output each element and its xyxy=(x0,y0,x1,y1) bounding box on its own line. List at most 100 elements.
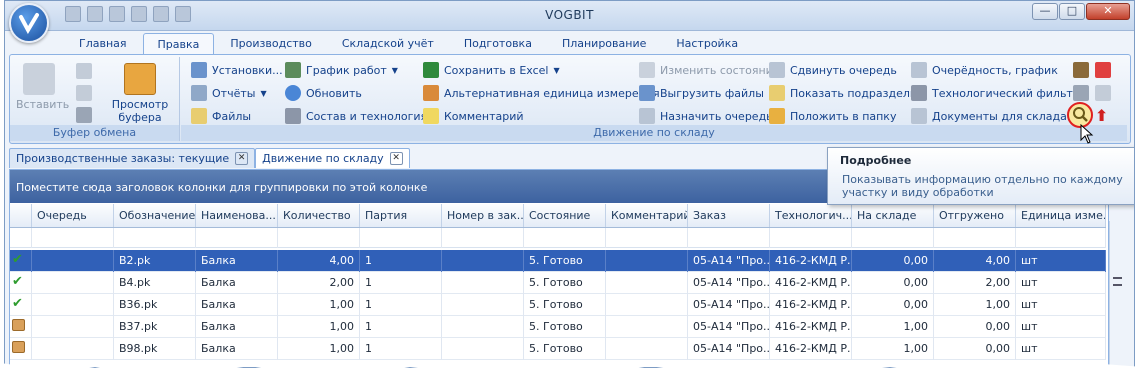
close-tab-icon[interactable]: ✕ xyxy=(389,152,403,165)
cell-unit[interactable]: шт xyxy=(1016,294,1106,316)
cell-num[interactable] xyxy=(442,294,524,316)
cell-code[interactable]: B4.pk xyxy=(114,272,196,294)
tab-warehouse[interactable]: Складской учёт xyxy=(328,33,448,54)
put-in-folder-button[interactable]: Положить в папку xyxy=(769,106,896,126)
shift-queue-button[interactable]: Сдвинуть очередь xyxy=(769,60,897,80)
column-header[interactable]: Партия xyxy=(360,204,442,227)
cell-shipped[interactable]: 1,00 xyxy=(934,294,1016,316)
copy-icon[interactable] xyxy=(76,85,92,101)
arrow-up-icon[interactable]: ⬆ xyxy=(1095,106,1108,125)
tab-home[interactable]: Главная xyxy=(65,33,141,54)
cell-order[interactable]: 05-А14 "Про... xyxy=(688,272,770,294)
cell-qty[interactable]: 1,00 xyxy=(278,316,360,338)
table-row[interactable]: ✔ B4.pk Балка 2,00 1 5. Готово 05-А14 "Про... 4… xyxy=(10,272,1106,294)
doc-tab-warehouse-movement[interactable]: Движение по складу ✕ xyxy=(255,148,410,168)
cell-shipped[interactable]: 2,00 xyxy=(934,272,1016,294)
cell-stock[interactable]: 0,00 xyxy=(852,272,934,294)
tab-planning[interactable]: Планирование xyxy=(548,33,660,54)
close-tab-icon[interactable]: ✕ xyxy=(235,152,249,165)
cell-queue[interactable] xyxy=(32,294,114,316)
cell-code[interactable]: B2.pk xyxy=(114,250,196,272)
cell-shipped[interactable]: 4,00 xyxy=(934,250,1016,272)
format-icon[interactable] xyxy=(76,107,92,123)
cell-state[interactable]: 5. Готово xyxy=(524,316,606,338)
save-excel-button[interactable]: Сохранить в Excel ▼ xyxy=(423,60,560,80)
paste-button[interactable]: Вставить xyxy=(16,63,69,111)
cell-batch[interactable]: 1 xyxy=(360,272,442,294)
cell-code[interactable]: B37.pk xyxy=(114,316,196,338)
column-header[interactable]: Номер в зак... xyxy=(442,204,524,227)
cell-qty[interactable]: 1,00 xyxy=(278,294,360,316)
vertical-scrollbar[interactable] xyxy=(1109,221,1125,367)
cell-order[interactable]: 05-А14 "Про... xyxy=(688,250,770,272)
cell-qty[interactable]: 4,00 xyxy=(278,250,360,272)
column-header[interactable]: Наименова... xyxy=(196,204,278,227)
row-status-cell[interactable] xyxy=(10,316,32,338)
cell-unit[interactable]: шт xyxy=(1016,316,1106,338)
comment-button[interactable]: Комментарий xyxy=(423,106,524,126)
cut-icon[interactable] xyxy=(76,63,92,79)
refresh-button[interactable]: Обновить xyxy=(285,83,362,103)
cell-state[interactable]: 5. Готово xyxy=(524,250,606,272)
column-header[interactable]: Количество xyxy=(278,204,360,227)
brush-icon[interactable] xyxy=(1073,62,1089,78)
row-status-cell[interactable]: ✔ xyxy=(10,272,32,294)
column-header[interactable]: Очередь xyxy=(32,204,114,227)
cell-queue[interactable] xyxy=(32,316,114,338)
tab-settings[interactable]: Настройка xyxy=(662,33,752,54)
warehouse-docs-button[interactable]: Документы для склада▼ xyxy=(911,106,1078,126)
status-column-header[interactable] xyxy=(10,204,32,227)
settings-button[interactable]: Установки... xyxy=(191,60,283,80)
table-row[interactable]: ✔ B2.pk Балка 4,00 1 5. Готово 05-А14 "Про... 4… xyxy=(10,250,1106,272)
cell-name[interactable]: Балка xyxy=(196,272,278,294)
cell-queue[interactable] xyxy=(32,250,114,272)
doc-tab-production-orders[interactable]: Производственные заказы: текущие ✕ xyxy=(9,148,256,168)
cell-name[interactable]: Балка xyxy=(196,294,278,316)
cell-state[interactable]: 5. Готово xyxy=(524,294,606,316)
column-header[interactable]: Состояние xyxy=(524,204,606,227)
cell-batch[interactable]: 1 xyxy=(360,250,442,272)
tech-filter-button[interactable]: Технологический фильтр xyxy=(911,83,1080,103)
cell-tech[interactable]: 416-2-КМД Р... xyxy=(770,272,852,294)
table-row[interactable]: B37.pk Балка 1,00 1 5. Готово 05-А14 "Про... 4… xyxy=(10,316,1106,338)
change-state-button[interactable]: Изменить состояние xyxy=(639,60,780,80)
cell-shipped[interactable]: 0,00 xyxy=(934,316,1016,338)
show-subsections-button[interactable]: Показать подразделы xyxy=(769,83,919,103)
row-status-cell[interactable]: ✔ xyxy=(10,294,32,316)
cell-name[interactable]: Балка xyxy=(196,316,278,338)
cell-code[interactable]: B36.pk xyxy=(114,294,196,316)
cell-stock[interactable]: 1,00 xyxy=(852,316,934,338)
cell-comment[interactable] xyxy=(606,294,688,316)
cell-order[interactable]: 05-А14 "Про... xyxy=(688,294,770,316)
cell-tech[interactable]: 416-2-КМД Р... xyxy=(770,250,852,272)
cell-stock[interactable]: 0,00 xyxy=(852,250,934,272)
cell-comment[interactable] xyxy=(606,250,688,272)
composition-button[interactable]: Состав и технология xyxy=(285,106,427,126)
cell-tech[interactable]: 416-2-КМД Р... xyxy=(770,316,852,338)
reports-button[interactable]: Отчёты ▼ xyxy=(191,83,267,103)
scroll-grip-icon[interactable] xyxy=(1113,277,1122,286)
maximize-button[interactable]: □ xyxy=(1059,3,1085,20)
cell-comment[interactable] xyxy=(606,272,688,294)
cell-num[interactable] xyxy=(442,316,524,338)
cell-stock[interactable]: 0,00 xyxy=(852,294,934,316)
column-header[interactable]: Отгружено xyxy=(934,204,1016,227)
cell-name[interactable]: Балка xyxy=(196,250,278,272)
app-logo[interactable] xyxy=(9,3,49,43)
column-header[interactable]: Обозначение xyxy=(114,204,196,227)
column-header[interactable]: Комментарий xyxy=(606,204,688,227)
eraser-icon[interactable] xyxy=(1095,62,1111,78)
filter-row[interactable] xyxy=(10,228,1106,248)
cell-unit[interactable]: шт xyxy=(1016,250,1106,272)
cell-num[interactable] xyxy=(442,250,524,272)
cell-queue[interactable] xyxy=(32,272,114,294)
cell-batch[interactable]: 1 xyxy=(360,294,442,316)
column-header[interactable]: Единица изме... xyxy=(1016,204,1106,227)
cell-comment[interactable] xyxy=(606,316,688,338)
cell-state[interactable]: 5. Готово xyxy=(524,272,606,294)
close-button[interactable]: ✕ xyxy=(1086,3,1130,20)
alt-unit-button[interactable]: Альтернативная единица измерения xyxy=(423,83,660,103)
tab-production[interactable]: Производство xyxy=(216,33,325,54)
assign-queue-button[interactable]: Назначить очередь xyxy=(639,106,773,126)
tab-preparation[interactable]: Подготовка xyxy=(450,33,546,54)
